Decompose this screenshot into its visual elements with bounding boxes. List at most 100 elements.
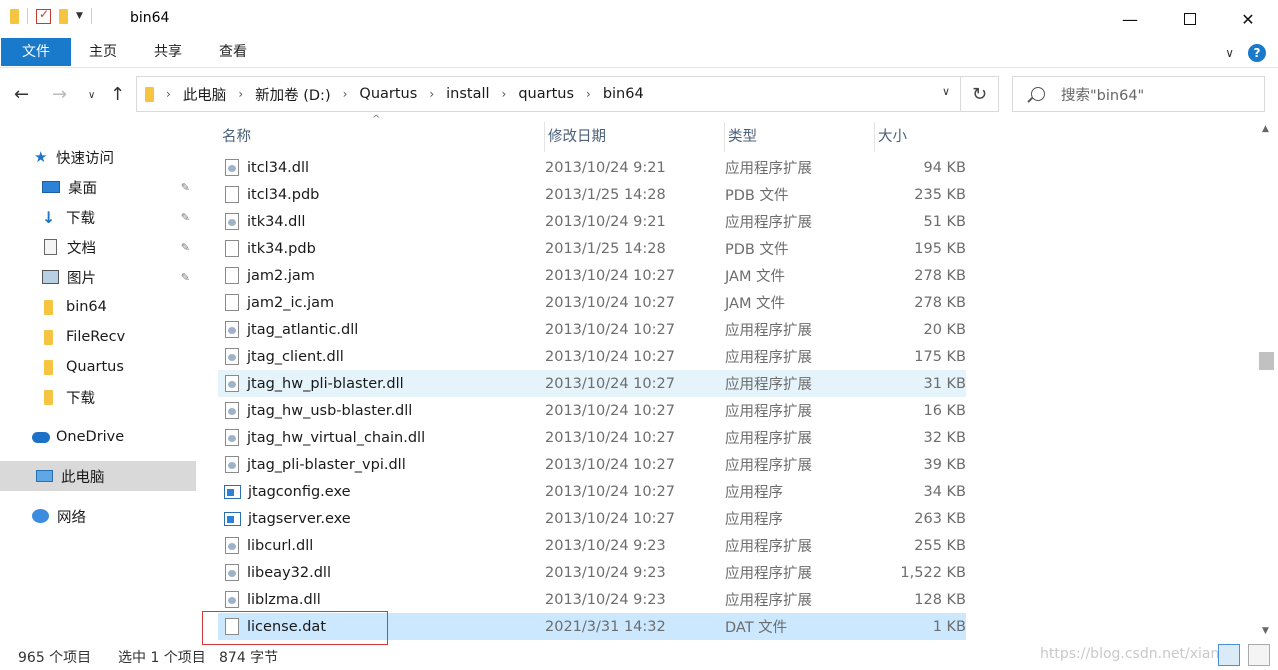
file-row[interactable]: liblzma.dll 2013/10/24 9:23 应用程序扩展 128 K… [218,586,966,613]
sidebar-item-downloads[interactable]: ↓ 下载 ✎ [0,202,196,232]
file-row[interactable]: jam2_ic.jam 2013/10/24 10:27 JAM 文件 278 … [218,289,966,316]
breadcrumb-install[interactable]: install [446,86,489,102]
tab-share[interactable]: 共享 [142,38,194,66]
sidebar-item-pictures[interactable]: 图片 ✎ [0,262,196,292]
file-type: 应用程序扩展 [725,350,812,366]
scroll-down-icon[interactable]: ▼ [1262,626,1269,636]
file-row[interactable]: itk34.dll 2013/10/24 9:21 应用程序扩展 51 KB [218,208,966,235]
file-type: DAT 文件 [725,620,788,636]
minimize-button[interactable]: — [1100,0,1160,38]
toolbar-divider [90,8,92,24]
file-row[interactable]: itcl34.pdb 2013/1/25 14:28 PDB 文件 235 KB [218,181,966,208]
file-row[interactable]: libeay32.dll 2013/10/24 9:23 应用程序扩展 1,52… [218,559,966,586]
breadcrumb-quartus[interactable]: quartus [518,86,574,102]
properties-icon[interactable] [36,7,51,24]
file-date: 2013/10/24 10:27 [545,402,675,419]
pictures-icon [42,270,59,284]
sidebar-item-quick-access[interactable]: ★ 快速访问 [0,142,196,172]
dll-file-icon [225,429,239,446]
file-type: 应用程序扩展 [725,404,812,420]
file-type: 应用程序扩展 [725,566,812,582]
file-name: jtagconfig.exe [248,483,351,500]
address-bar[interactable]: › 此电脑 › 新加卷 (D:) › Quartus › install › q… [136,76,961,112]
file-date: 2013/10/24 9:21 [545,159,666,176]
file-row[interactable]: jtag_atlantic.dll 2013/10/24 10:27 应用程序扩… [218,316,966,343]
sidebar-item-quartus[interactable]: Quartus [0,352,196,382]
column-size[interactable]: 大小 [875,122,970,152]
search-input[interactable]: 搜索"bin64" [1061,84,1144,105]
file-row[interactable]: itk34.pdb 2013/1/25 14:28 PDB 文件 195 KB [218,235,966,262]
back-button[interactable]: ← [14,84,29,105]
crumb-separator[interactable]: › [429,87,434,101]
crumb-separator[interactable]: › [502,87,507,101]
file-name: liblzma.dll [247,591,321,608]
file-row[interactable]: jtag_pli-blaster_vpi.dll 2013/10/24 10:2… [218,451,966,478]
file-type: 应用程序扩展 [725,431,812,447]
file-name: libeay32.dll [247,564,331,581]
sidebar-item-label: OneDrive [56,429,125,445]
new-folder-icon[interactable] [59,8,68,24]
sidebar-item-desktop[interactable]: 桌面 ✎ [0,172,196,202]
forward-button[interactable]: → [52,84,67,105]
column-name[interactable]: 名称 [200,122,545,152]
sidebar-item-filerecv[interactable]: FileRecv [0,322,196,352]
computer-icon [36,470,53,482]
crumb-separator[interactable]: › [586,87,591,101]
file-name: jtag_client.dll [247,348,344,365]
large-icons-view-button[interactable] [1248,644,1270,666]
tab-view[interactable]: 查看 [206,38,260,66]
ribbon-expand-icon[interactable]: ∨ [1225,46,1234,60]
download-icon: ↓ [42,207,56,227]
sidebar-item-this-pc[interactable]: 此电脑 [0,461,196,491]
file-size: 175 KB [914,348,966,365]
file-icon [225,186,239,203]
file-row-hovered[interactable]: jtag_hw_pli-blaster.dll 2013/10/24 10:27… [218,370,966,397]
file-row[interactable]: jtag_hw_usb-blaster.dll 2013/10/24 10:27… [218,397,966,424]
breadcrumb-drive-d[interactable]: 新加卷 (D:) [255,84,330,105]
sidebar-item-network[interactable]: 网络 [0,501,196,531]
sidebar-item-documents[interactable]: 文档 ✎ [0,232,196,262]
column-type[interactable]: 类型 [725,122,875,152]
help-icon[interactable]: ? [1248,44,1266,62]
vertical-scrollbar[interactable]: ▲ ▼ [1256,122,1278,640]
close-button[interactable]: ✕ [1218,0,1278,38]
file-row[interactable]: jtag_client.dll 2013/10/24 10:27 应用程序扩展 … [218,343,966,370]
crumb-separator[interactable]: › [343,87,348,101]
details-view-button[interactable] [1218,644,1240,666]
file-name-cell: jtagconfig.exe [218,484,545,500]
customize-toolbar-chevron-icon[interactable]: ▼ [76,11,83,21]
file-row[interactable]: jtagserver.exe 2013/10/24 10:27 应用程序 263… [218,505,966,532]
search-box[interactable]: 搜索"bin64" [1012,76,1265,112]
crumb-separator[interactable]: › [166,87,171,101]
crumb-separator[interactable]: › [238,87,243,101]
tab-home[interactable]: 主页 [78,38,128,66]
sidebar-item-bin64[interactable]: bin64 [0,292,196,322]
breadcrumb-bin64[interactable]: bin64 [603,86,644,102]
scroll-up-icon[interactable]: ▲ [1262,124,1269,134]
sidebar-item-downloads-folder[interactable]: 下载 [0,382,196,412]
maximize-button[interactable] [1160,0,1220,38]
breadcrumb-quartus-root[interactable]: Quartus [359,86,417,102]
column-date-modified[interactable]: 修改日期 [545,122,725,152]
address-dropdown-icon[interactable]: ∨ [942,85,950,98]
recent-locations-icon[interactable]: ∨ [88,90,95,101]
file-size: 94 KB [923,159,966,176]
breadcrumb-this-pc[interactable]: 此电脑 [183,84,227,105]
file-date: 2013/10/24 9:23 [545,537,666,554]
file-name-cell: license.dat [218,618,545,635]
file-row[interactable]: itcl34.dll 2013/10/24 9:21 应用程序扩展 94 KB [218,154,966,181]
file-row[interactable]: jtagconfig.exe 2013/10/24 10:27 应用程序 34 … [218,478,966,505]
up-button[interactable]: ↑ [110,84,125,105]
file-size: 16 KB [923,402,966,419]
folder-icon [44,389,53,405]
sidebar-item-onedrive[interactable]: OneDrive [0,422,196,452]
file-row[interactable]: libcurl.dll 2013/10/24 9:23 应用程序扩展 255 K… [218,532,966,559]
file-row[interactable]: jtag_hw_virtual_chain.dll 2013/10/24 10:… [218,424,966,451]
file-size: 255 KB [914,537,966,554]
scrollbar-thumb[interactable] [1259,352,1274,370]
file-row-selected[interactable]: license.dat 2021/3/31 14:32 DAT 文件 1 KB [202,611,966,645]
tab-file[interactable]: 文件 [1,38,71,66]
file-row[interactable]: jam2.jam 2013/10/24 10:27 JAM 文件 278 KB [218,262,966,289]
toolbar-divider [27,8,28,24]
refresh-button[interactable]: ↻ [961,76,999,112]
